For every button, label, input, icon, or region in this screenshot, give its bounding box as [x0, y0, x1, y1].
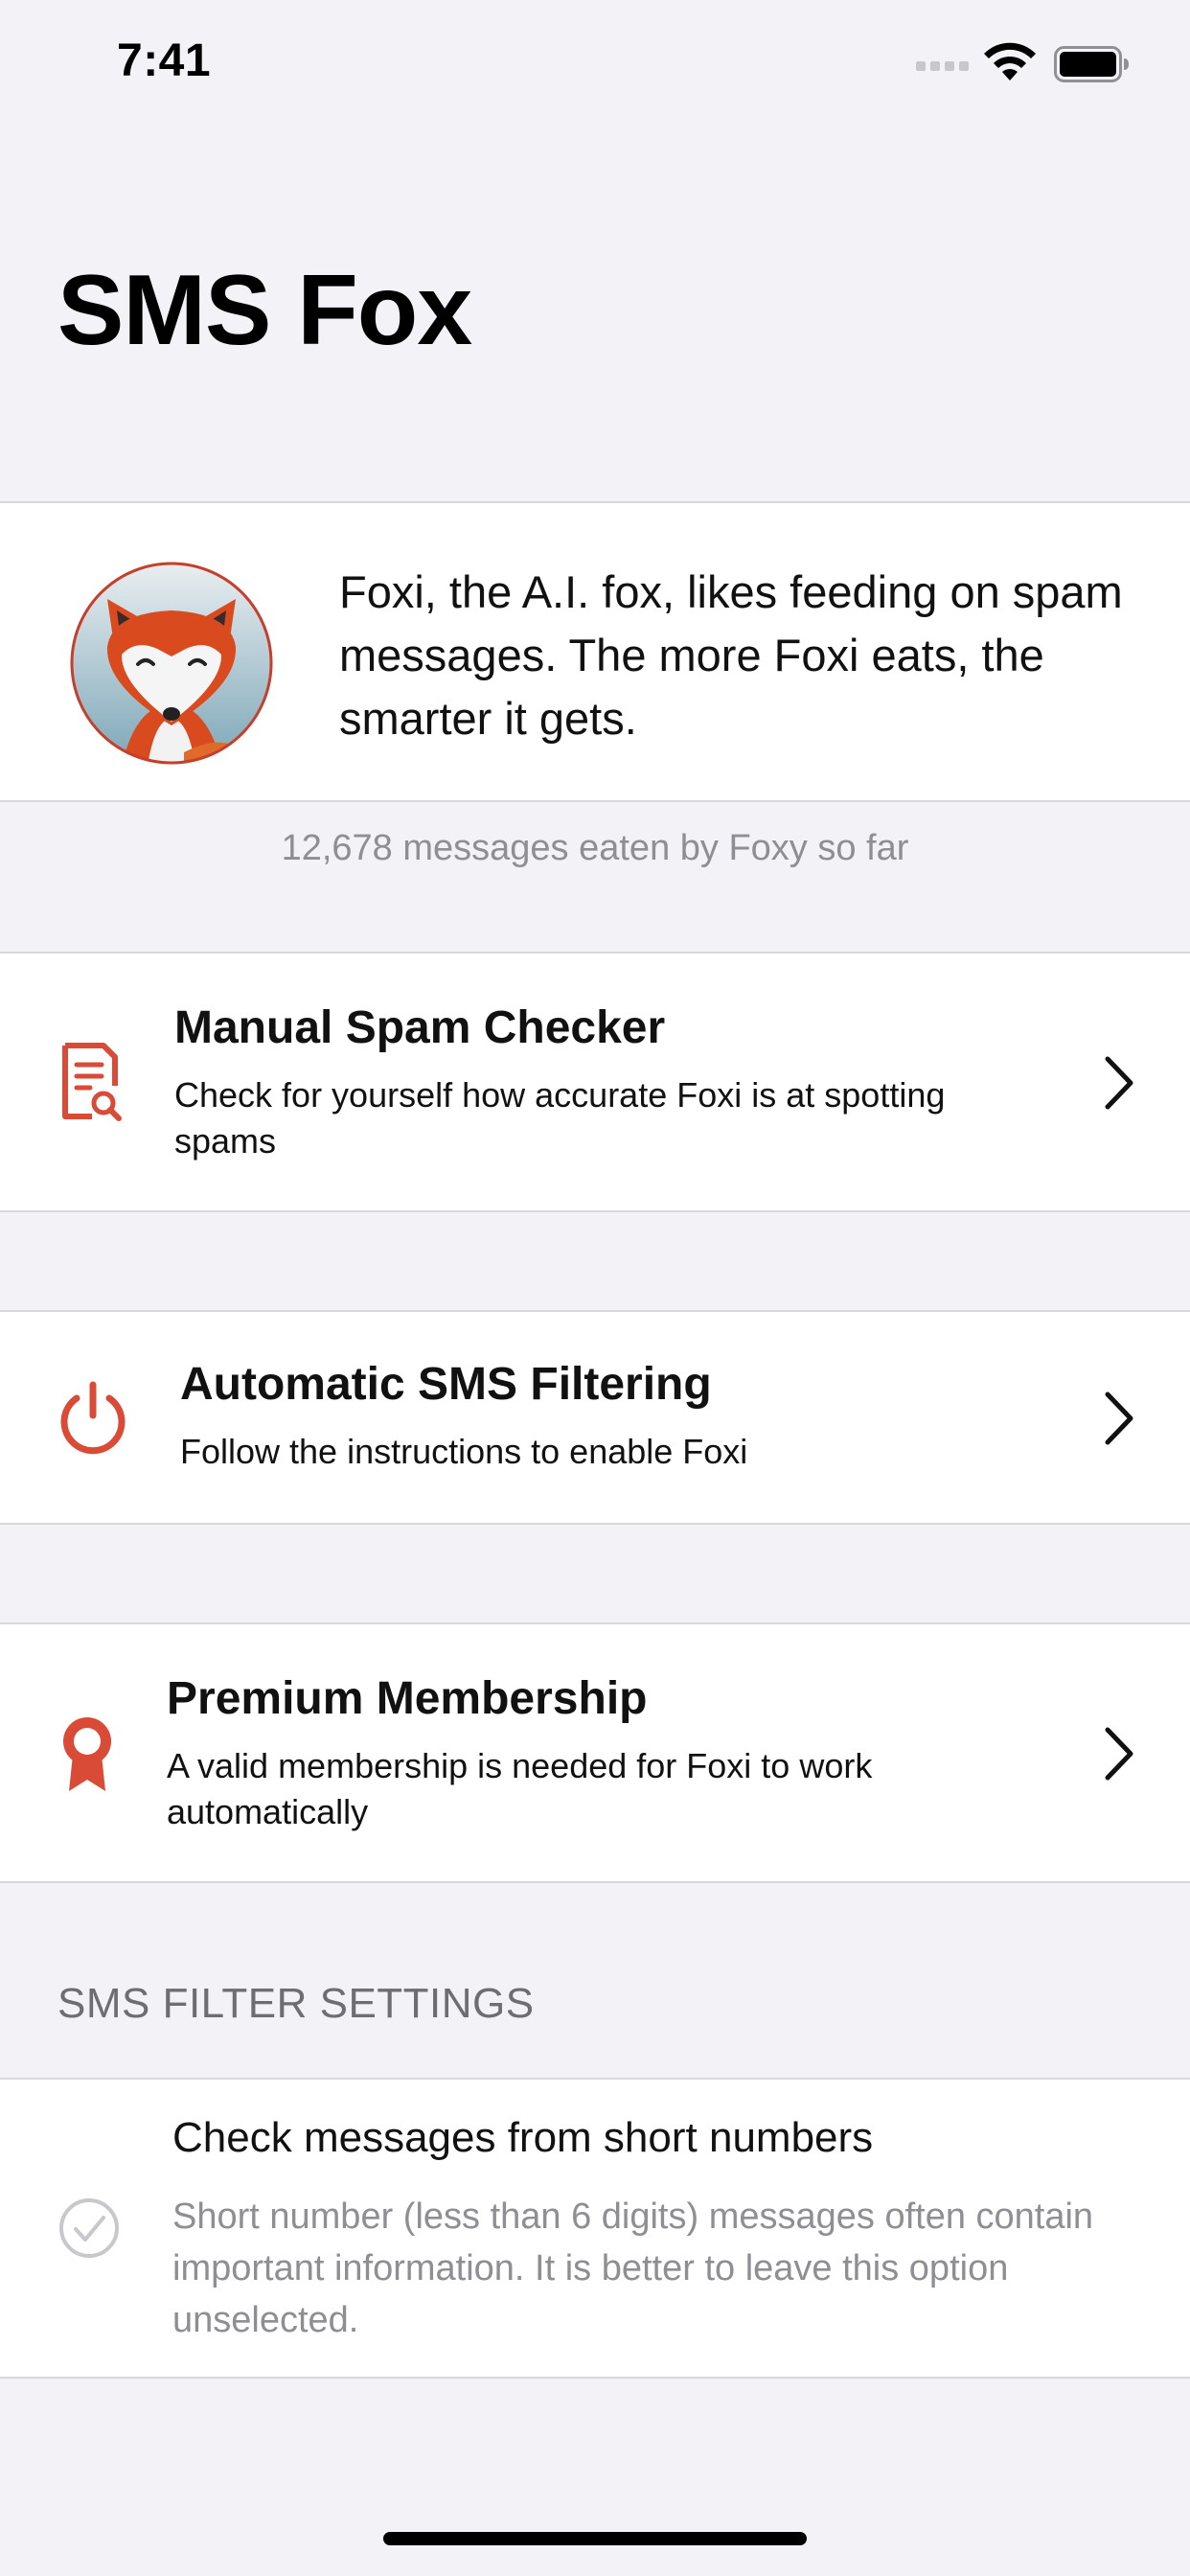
premium-membership-row[interactable]: Premium Membership A valid membership is… [0, 1622, 1190, 1883]
intro-card: Foxi, the A.I. fox, likes feeding on spa… [0, 501, 1190, 802]
messages-eaten-count: 12,678 messages eaten by Foxy so far [281, 828, 909, 868]
status-time: 7:41 [117, 35, 212, 86]
app-screen: 7:41 SMS Fox Foxi, the A.I. fox, likes f… [0, 0, 1190, 2576]
status-bar: 7:41 [0, 0, 1190, 134]
manual-spam-checker-title: Manual Spam Checker [174, 1002, 666, 1053]
automatic-sms-filtering-row[interactable]: Automatic SMS Filtering Follow the instr… [0, 1310, 1190, 1525]
document-search-icon [62, 1043, 122, 1121]
chevron-right-icon [1105, 1392, 1133, 1445]
home-indicator[interactable] [383, 2532, 807, 2545]
page-title: SMS Fox [57, 255, 472, 366]
short-numbers-setting-row[interactable]: Check messages from short numbers Short … [0, 2078, 1190, 2379]
ribbon-badge-icon [63, 1717, 111, 1791]
premium-membership-title: Premium Membership [167, 1673, 648, 1724]
automatic-sms-filtering-title: Automatic SMS Filtering [180, 1359, 712, 1410]
short-numbers-setting-description: Short number (less than 6 digits) messag… [172, 2196, 1094, 2340]
settings-section-header: SMS FILTER SETTINGS [57, 1980, 535, 2027]
power-icon [60, 1381, 126, 1455]
battery-icon [1054, 46, 1129, 82]
manual-spam-checker-subtitle: Check for yourself how accurate Foxi is … [174, 1075, 946, 1161]
cellular-signal-icon [916, 61, 969, 71]
wifi-icon [984, 42, 1036, 80]
automatic-sms-filtering-subtitle: Follow the instructions to enable Foxi [180, 1432, 748, 1471]
chevron-right-icon [1105, 1056, 1133, 1110]
checkmark-circle-icon[interactable] [57, 2196, 121, 2260]
manual-spam-checker-row[interactable]: Manual Spam Checker Check for yourself h… [0, 952, 1190, 1212]
chevron-right-icon [1105, 1727, 1133, 1781]
intro-description: Foxi, the A.I. fox, likes feeding on spa… [339, 566, 1123, 744]
premium-membership-subtitle: A valid membership is needed for Foxi to… [167, 1746, 873, 1831]
fox-mascot-icon [70, 562, 273, 765]
short-numbers-setting-title: Check messages from short numbers [172, 2114, 874, 2161]
